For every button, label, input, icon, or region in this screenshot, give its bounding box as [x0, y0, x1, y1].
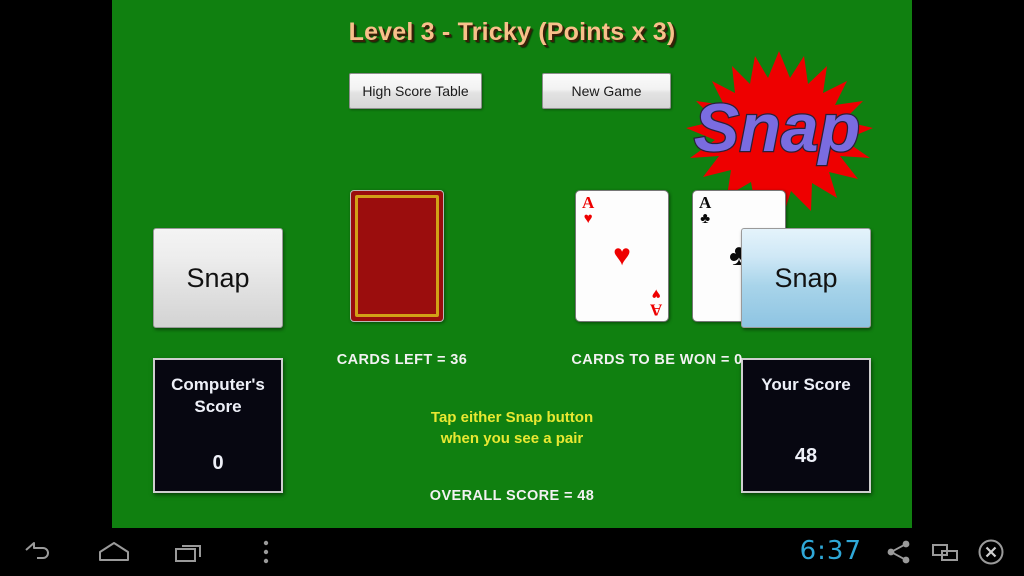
- overflow-menu-icon[interactable]: [228, 528, 304, 576]
- player-score-label: Your Score: [761, 375, 851, 394]
- gameplay-hint: Tap either Snap button when you see a pa…: [312, 407, 712, 449]
- card-suit-pip: ♥: [651, 284, 661, 302]
- card-rank: A: [649, 300, 662, 319]
- screen: Level 3 - Tricky (Points x 3) High Score…: [0, 0, 1024, 576]
- player-score-value: 48: [794, 445, 818, 467]
- player-score-panel: Your Score 48: [741, 358, 871, 493]
- snap-button-player[interactable]: Snap: [741, 228, 871, 328]
- card-corner-bottom-right: A ♥: [649, 284, 662, 319]
- close-icon[interactable]: [968, 528, 1014, 576]
- hint-line-1: Tap either Snap button: [430, 409, 594, 426]
- card-back-inner-border: [355, 195, 439, 317]
- cards-left-status: CARDS LEFT = 36: [336, 352, 468, 368]
- new-game-button[interactable]: New Game: [542, 73, 671, 109]
- high-score-table-button[interactable]: High Score Table: [349, 73, 482, 109]
- page-title: Level 3 - Tricky (Points x 3): [348, 18, 676, 46]
- cards-to-be-won-status: CARDS TO BE WON = 0: [571, 352, 743, 368]
- computer-score-label-line1: Computer's: [171, 375, 265, 394]
- card-deck-face-down[interactable]: [350, 190, 444, 322]
- computer-score-value: 0: [212, 452, 224, 474]
- status-clock: 6:37: [799, 536, 862, 566]
- home-icon[interactable]: [76, 528, 152, 576]
- card-ace-of-hearts[interactable]: A ♥ ♥ A ♥: [575, 190, 669, 322]
- hint-line-2: when you see a pair: [440, 430, 584, 447]
- overall-score-status: OVERALL SCORE = 48: [429, 488, 595, 504]
- share-icon[interactable]: [876, 528, 922, 576]
- back-icon[interactable]: [0, 528, 76, 576]
- android-navigation-bar: 6:37: [0, 528, 1024, 576]
- computer-score-label-line2: Score: [194, 397, 242, 416]
- game-playfield: Level 3 - Tricky (Points x 3) High Score…: [112, 0, 912, 528]
- computer-score-panel: Computer's Score 0: [153, 358, 283, 493]
- svg-text:Snap: Snap: [694, 90, 860, 166]
- recents-icon[interactable]: [152, 528, 228, 576]
- snap-button-computer[interactable]: Snap: [153, 228, 283, 328]
- window-icon[interactable]: [922, 528, 968, 576]
